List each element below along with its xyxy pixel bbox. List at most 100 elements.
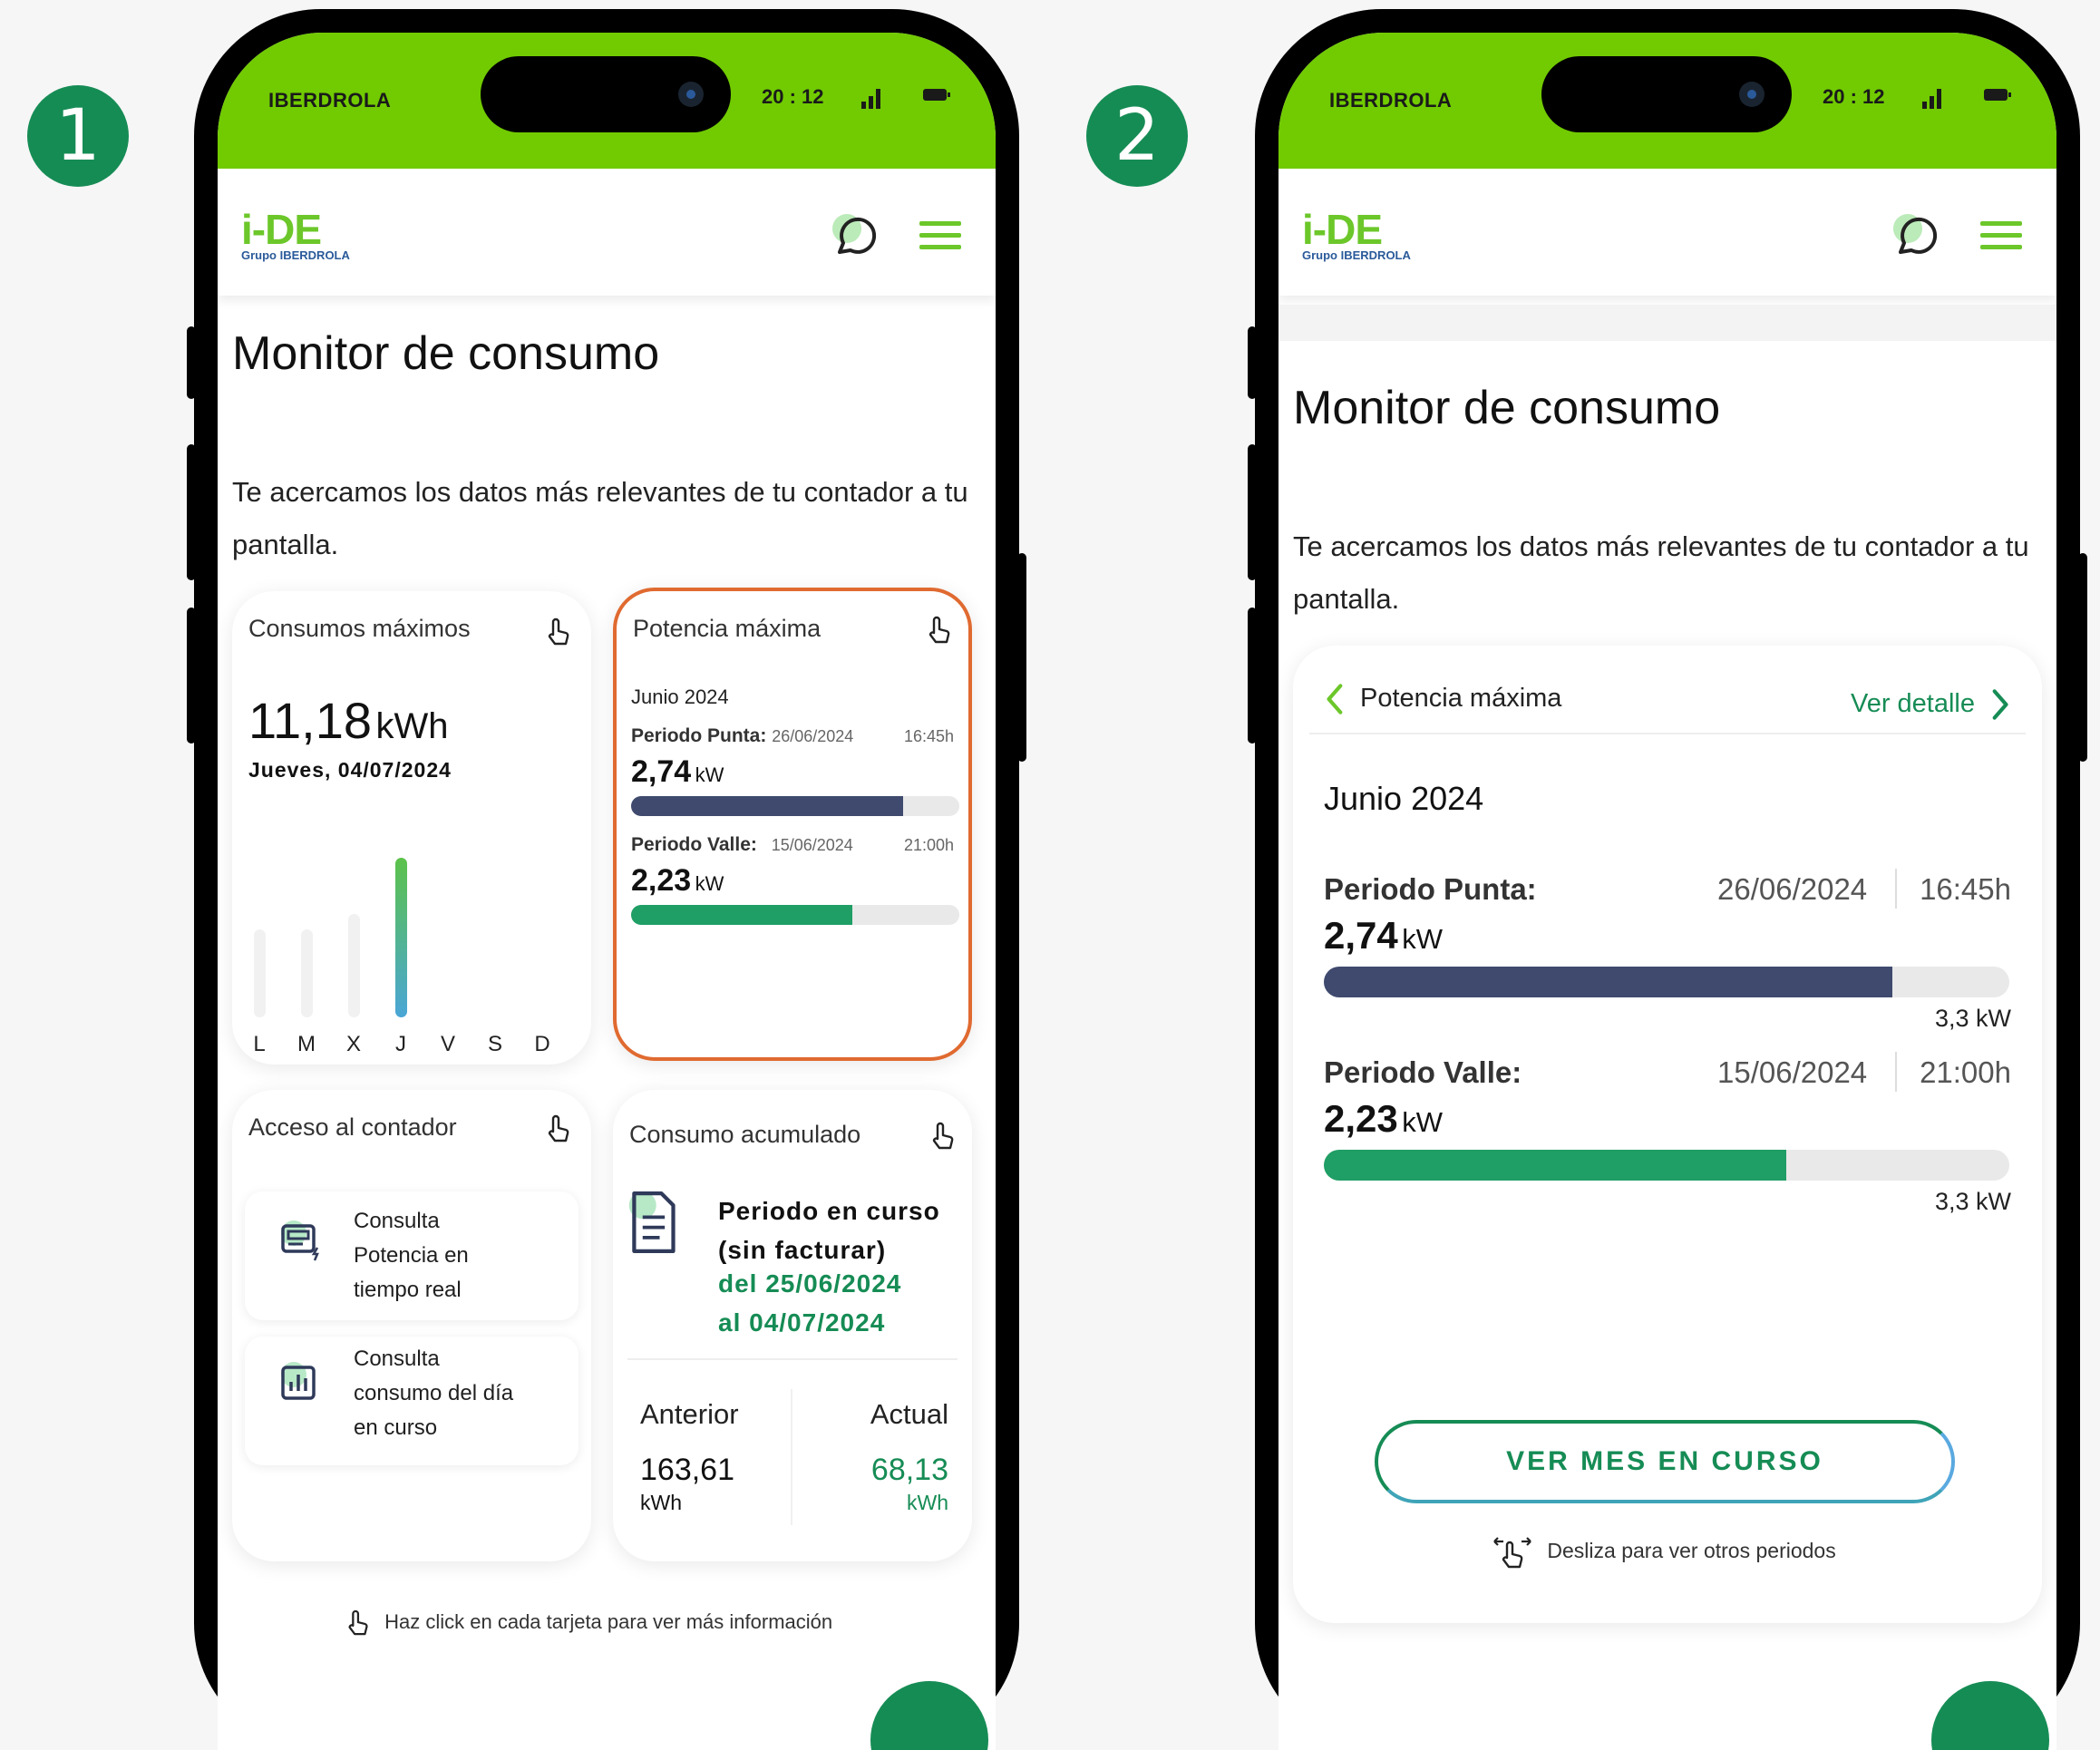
card-title: Consumo acumulado <box>629 1121 861 1148</box>
tap-hand-icon <box>932 1122 954 1150</box>
valle-progress-bar <box>1324 1150 2009 1181</box>
card-consumos-maximos[interactable]: Consumos máximos 11,18 kWh Jueves, 04/07… <box>232 591 591 1065</box>
ver-detalle-link[interactable]: Ver detalle <box>1851 689 1975 719</box>
page-intro: Te acercamos los datos más relevantes de… <box>232 476 968 560</box>
valle-label: Periodo Valle: <box>631 834 757 855</box>
punta-max-label: 3,3 kW <box>1934 1005 2011 1032</box>
page-title: Monitor de consumo <box>232 327 660 380</box>
app-header: i-DE Grupo IBERDROLA <box>218 169 996 296</box>
clock: 20 : 12 <box>762 85 824 108</box>
app-header: i-DE Grupo IBERDROLA <box>1278 169 2056 296</box>
meter-realtime-power-item[interactable]: Consulta Potencia en tiempo real <box>245 1191 578 1320</box>
carrier-label: IBERDROLA <box>268 89 392 112</box>
chat-fab[interactable] <box>870 1681 988 1750</box>
valle-progress-bar <box>631 905 959 925</box>
phone-frame-2: IBERDROLA 20 : 12 i-DE Grupo IBERDROLA M… <box>1248 9 2087 1750</box>
chevron-left-icon[interactable] <box>1324 682 1344 716</box>
day-label-D: D <box>534 1032 550 1056</box>
weekly-bar-chart: LMXJVSD <box>232 591 591 1065</box>
carrier-label: IBERDROLA <box>1329 89 1453 112</box>
card-potencia-maxima[interactable]: Potencia máxima Junio 2024 Periodo Punta… <box>613 588 972 1061</box>
current-unit: kWh <box>907 1491 948 1514</box>
valle-time: 21:00h <box>903 836 954 854</box>
battery-icon <box>923 89 950 101</box>
chevron-right-icon[interactable] <box>1991 687 2011 722</box>
valle-date: 15/06/2024 <box>771 836 853 854</box>
meter-daily-consumption-item[interactable]: Consulta consumo del día en curso <box>245 1337 578 1465</box>
ide-logo[interactable]: i-DE Grupo IBERDROLA <box>1302 209 1411 262</box>
day-bar-L <box>254 929 266 1017</box>
day-bar-J <box>395 858 407 1017</box>
punta-progress-bar <box>1324 967 2009 997</box>
tap-hand-icon <box>928 616 950 644</box>
punta-date: 26/06/2024 <box>1717 872 1868 906</box>
tap-hint: Haz click en cada tarjeta para ver más i… <box>345 1609 832 1638</box>
month-label: Junio 2024 <box>1324 780 1484 817</box>
valle-date: 15/06/2024 <box>1717 1055 1868 1089</box>
punta-value: 2,74 kW <box>631 754 724 789</box>
valle-time: 21:00h <box>1920 1055 2011 1089</box>
day-label-M: M <box>297 1032 316 1056</box>
phone-frame-1: IBERDROLA 20 : 12 i-DE Grupo IBERDROLA M… <box>187 9 1026 1750</box>
valle-label: Periodo Valle: <box>1324 1055 1522 1089</box>
phone-screen-1: IBERDROLA 20 : 12 i-DE Grupo IBERDROLA M… <box>218 33 996 1750</box>
hamburger-menu-icon[interactable] <box>919 221 961 250</box>
day-label-L: L <box>253 1032 266 1056</box>
clock: 20 : 12 <box>1823 85 1885 108</box>
item-label: Consulta consumo del día en curso <box>354 1347 514 1440</box>
swipe-hand-icon <box>1493 1537 1531 1569</box>
valle-value: 2,23 kW <box>631 863 724 898</box>
current-value: 68,13 <box>870 1453 948 1487</box>
card-title: Acceso al contador <box>248 1113 457 1141</box>
punta-value: 2,74 kW <box>1324 914 1443 957</box>
day-label-X: X <box>345 1032 361 1056</box>
punta-label: Periodo Punta: <box>1324 872 1537 906</box>
step-badge-1: 1 <box>27 85 129 187</box>
punta-time: 16:45h <box>903 727 954 745</box>
status-bar: IBERDROLA 20 : 12 <box>218 33 996 169</box>
valle-max-label: 3,3 kW <box>1934 1188 2011 1215</box>
status-bar: IBERDROLA 20 : 12 <box>1278 33 2056 169</box>
card-title: Potencia máxima <box>1360 684 1562 713</box>
period-from: del 25/06/2024 <box>718 1269 902 1298</box>
ide-logo[interactable]: i-DE Grupo IBERDROLA <box>241 209 350 262</box>
ver-mes-en-curso-button[interactable]: VER MES EN CURSO <box>1375 1420 1955 1503</box>
previous-label: Anterior <box>640 1398 739 1430</box>
card-title: Potencia máxima <box>633 615 822 642</box>
document-icon <box>628 1191 676 1253</box>
meter-icon <box>281 1220 319 1261</box>
chat-bubble-icon[interactable] <box>1890 210 1939 259</box>
chat-fab[interactable] <box>1931 1681 2049 1750</box>
valle-value: 2,23 kW <box>1324 1097 1443 1140</box>
current-label: Actual <box>870 1398 948 1430</box>
page-intro: Te acercamos los datos más relevantes de… <box>1293 530 2029 615</box>
day-bar-M <box>301 929 313 1017</box>
day-label-S: S <box>487 1032 502 1056</box>
dynamic-island <box>481 56 731 132</box>
period-to: al 04/07/2024 <box>718 1308 886 1337</box>
tap-hand-icon <box>348 1609 368 1636</box>
hamburger-menu-icon[interactable] <box>1980 221 2022 250</box>
swipe-hint: Desliza para ver otros periodos <box>1492 1534 1836 1570</box>
signal-icon <box>1922 87 1946 109</box>
phone-screen-2: IBERDROLA 20 : 12 i-DE Grupo IBERDROLA M… <box>1278 33 2056 1750</box>
chat-bubble-icon[interactable] <box>829 210 878 259</box>
item-label: Consulta Potencia en tiempo real <box>354 1209 469 1302</box>
card-consumo-acumulado[interactable]: Consumo acumulado Periodo en curso (sin … <box>613 1090 972 1561</box>
battery-icon <box>1984 89 2011 101</box>
punta-date: 26/06/2024 <box>772 727 854 745</box>
step-badge-2: 2 <box>1086 85 1188 187</box>
signal-icon <box>861 87 885 109</box>
tap-hand-icon <box>548 1114 569 1142</box>
punta-time: 16:45h <box>1920 872 2011 906</box>
card-acceso-contador[interactable]: Acceso al contador Consulta Potencia en … <box>232 1090 591 1561</box>
page-title: Monitor de consumo <box>1293 382 1721 434</box>
card-potencia-maxima-detail: Potencia máxima Ver detalle Junio 2024 P… <box>1293 646 2042 1623</box>
punta-progress-bar <box>631 796 959 816</box>
punta-label: Periodo Punta: <box>631 725 767 746</box>
day-label-V: V <box>440 1032 455 1056</box>
period-title: Periodo en curso (sin facturar) <box>718 1197 940 1264</box>
day-bar-X <box>348 913 360 1017</box>
day-label-J: J <box>395 1032 406 1056</box>
dynamic-island <box>1541 56 1792 132</box>
